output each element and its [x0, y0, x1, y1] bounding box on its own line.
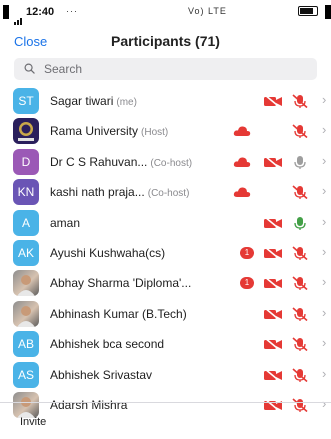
participant-row[interactable]: KN kashi nath praja... (Co-host) › — [0, 177, 331, 207]
participants-header: Close Participants (71) — [0, 26, 331, 56]
mic-muted-icon — [292, 337, 308, 352]
chevron-right-icon[interactable]: › — [322, 122, 326, 137]
participant-row[interactable]: AB Abhishek bca second › — [0, 329, 331, 359]
participant-role: (Host) — [141, 127, 169, 139]
mic-muted-icon — [292, 94, 308, 108]
chevron-right-icon[interactable]: › — [322, 396, 326, 411]
mic-muted-icon — [292, 276, 308, 291]
avatar: AB — [13, 331, 39, 358]
participant-name-text: kashi nath praja... — [50, 185, 145, 200]
status-bar: 12:40 ··· Vo) LTE — [0, 0, 331, 26]
video-off-icon — [264, 215, 282, 230]
video-off-icon — [264, 246, 282, 260]
participant-row[interactable]: Aaman › — [0, 208, 331, 238]
battery-icon — [298, 6, 318, 16]
avatar: D — [13, 148, 39, 175]
divider — [0, 402, 331, 403]
participant-role: (Co-host) — [150, 157, 193, 169]
mic-muted-icon — [292, 398, 308, 412]
participant-name-text: Abhay Sharma 'Diploma'... — [50, 276, 192, 291]
avatar: AS — [13, 361, 39, 388]
invite-button[interactable]: Invite — [20, 416, 46, 428]
chevron-right-icon[interactable]: › — [322, 274, 326, 289]
participant-name: Dr C S Rahuvan... (Co-host) — [50, 155, 192, 169]
participant-name: kashi nath praja... (Co-host) — [50, 185, 189, 199]
participant-name-text: Ayushi Kushwaha(cs) — [50, 246, 166, 260]
chevron-right-icon[interactable]: › — [322, 214, 326, 229]
chevron-right-icon[interactable]: › — [322, 305, 326, 320]
mic-icon — [294, 216, 306, 230]
status-bar-corner — [3, 5, 9, 19]
participant-row[interactable]: AS Abhishek Srivastav › — [0, 360, 331, 390]
participant-row[interactable]: Abhinash Kumar (B.Tech) › — [0, 299, 331, 329]
chevron-right-icon[interactable]: › — [322, 244, 326, 259]
raise-hand-badge: 1 — [240, 277, 254, 290]
participant-name: aman — [50, 216, 80, 230]
participant-name-text: Rama University — [50, 124, 139, 139]
avatar: ST — [13, 88, 39, 114]
participant-row[interactable]: Rama University (Host) › — [0, 116, 331, 146]
page-title: Participants (71) — [111, 33, 220, 49]
participant-row[interactable]: Adarsh Mishra › — [0, 390, 331, 420]
avatar — [13, 118, 39, 145]
participant-name: Abhishek Srivastav — [50, 368, 152, 382]
mic-muted-icon — [292, 367, 308, 382]
chevron-right-icon[interactable]: › — [322, 153, 326, 168]
status-network-icons: Vo) LTE — [188, 6, 227, 16]
raise-hand-badge: 1 — [240, 247, 254, 259]
participant-name: Ayushi Kushwaha(cs) — [50, 246, 165, 260]
avatar — [13, 300, 39, 327]
participant-row[interactable]: ST Sagar tiwari (me) › — [0, 86, 331, 116]
participant-name: Adarsh Mishra — [50, 398, 127, 412]
cloud-icon — [233, 126, 251, 137]
video-off-icon — [264, 155, 282, 169]
chevron-right-icon[interactable]: › — [322, 92, 326, 107]
mic-muted-icon — [292, 185, 308, 200]
mic-muted-icon — [292, 307, 308, 321]
avatar: KN — [13, 179, 39, 206]
participant-name: Rama University (Host) — [50, 124, 168, 138]
participant-name: Abhinash Kumar (B.Tech) — [50, 307, 187, 321]
search-icon — [24, 63, 35, 74]
mic-muted-icon — [292, 246, 308, 260]
avatar — [13, 270, 39, 297]
participant-name: Sagar tiwari (me) — [50, 94, 137, 108]
participant-row[interactable]: Abhay Sharma 'Diploma'... 1 › — [0, 268, 331, 298]
avatar: AK — [13, 240, 39, 266]
video-off-icon — [264, 276, 282, 291]
participant-name: Abhishek bca second — [50, 337, 164, 351]
participant-name-text: Abhishek bca second — [50, 337, 165, 352]
participant-row[interactable]: AK Ayushi Kushwaha(cs) 1 › — [0, 238, 331, 268]
video-off-icon — [264, 398, 282, 412]
status-time: 12:40 — [26, 6, 55, 18]
chevron-right-icon[interactable]: › — [322, 366, 326, 381]
participant-name-text: Dr C S Rahuvan... — [50, 154, 148, 169]
participant-name-text: Abhinash Kumar (B.Tech) — [50, 306, 187, 321]
cloud-icon — [233, 157, 251, 167]
participant-row[interactable]: D Dr C S Rahuvan... (Co-host) › — [0, 147, 331, 177]
participant-name-text: Abhishek Srivastav — [50, 367, 153, 382]
status-bar-corner — [325, 5, 331, 19]
mic-icon — [294, 155, 306, 169]
chevron-right-icon[interactable]: › — [322, 335, 326, 350]
status-notification-icons: ··· — [66, 6, 78, 16]
chevron-right-icon[interactable]: › — [322, 183, 326, 198]
search-placeholder: Search — [44, 62, 83, 76]
cloud-icon — [233, 187, 251, 198]
participant-name-text: aman — [50, 215, 81, 230]
avatar — [13, 392, 39, 418]
mic-muted-icon — [292, 124, 308, 139]
participant-name-text: Adarsh Mishra — [50, 398, 128, 412]
video-off-icon — [264, 337, 282, 352]
video-off-icon — [264, 307, 282, 321]
avatar: A — [13, 209, 39, 236]
participant-role: (Co-host) — [147, 188, 190, 200]
participant-role: (me) — [116, 97, 137, 108]
signal-icon — [14, 7, 24, 25]
video-off-icon — [264, 94, 282, 108]
video-off-icon — [264, 367, 282, 382]
search-input[interactable]: Search — [14, 58, 317, 80]
participant-name-text: Sagar tiwari — [50, 94, 114, 108]
participant-name: Abhay Sharma 'Diploma'... — [50, 276, 191, 290]
